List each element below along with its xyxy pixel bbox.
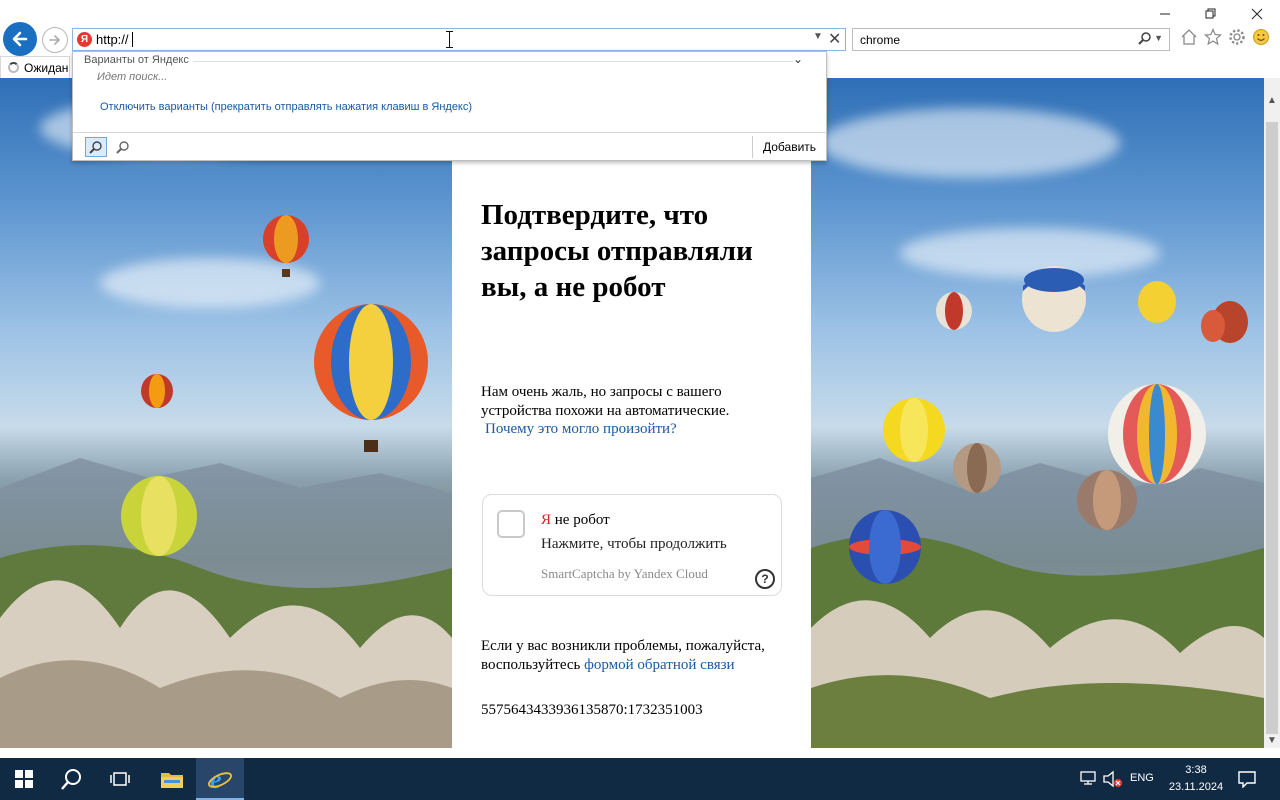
text-caret	[132, 32, 133, 47]
hot-air-balloon-image	[936, 292, 972, 330]
cloud-decoration	[820, 108, 1120, 178]
arrow-right-icon	[49, 35, 61, 45]
hot-air-balloon-image	[849, 510, 921, 584]
captcha-message: Нам очень жаль, но запросы с вашего устр…	[481, 384, 730, 419]
feedback-link[interactable]: формой обратной связи	[584, 657, 734, 673]
windows-taskbar: e ENG 3:38 23.11.2024	[0, 758, 1280, 800]
captcha-ya-logo: Я	[541, 512, 552, 528]
captcha-label-text: не робот	[551, 512, 610, 528]
folder-icon	[161, 773, 183, 788]
internet-explorer-icon: e	[208, 766, 232, 792]
address-clear-icon[interactable]: ✕	[828, 29, 841, 49]
arrow-left-icon	[12, 31, 28, 47]
minimize-button[interactable]	[1142, 0, 1188, 28]
volume-muted-icon[interactable]	[1103, 770, 1123, 788]
page-title: Подтвердите, что запросы отправляли вы, …	[481, 199, 753, 303]
start-button[interactable]	[0, 758, 48, 800]
tab-loading[interactable]: Ожидан	[0, 56, 70, 78]
task-view-icon	[110, 772, 130, 786]
tab-label: Ожидан	[24, 60, 69, 75]
forward-button[interactable]	[42, 27, 68, 53]
add-provider-button[interactable]: Добавить	[763, 140, 816, 154]
text-cursor-icon	[446, 31, 453, 48]
minimize-icon	[1160, 13, 1170, 15]
gear-icon[interactable]	[1228, 28, 1246, 46]
hot-air-balloon-image	[141, 374, 173, 408]
clock-time[interactable]: 3:38	[1170, 764, 1222, 776]
toolbar-icons	[1180, 28, 1270, 46]
network-icon[interactable]	[1080, 770, 1098, 786]
scroll-thumb[interactable]	[1266, 122, 1278, 734]
smartcaptcha-widget[interactable]: Я не робот Нажмите, чтобы продолжить Sma…	[482, 494, 782, 596]
hot-air-balloon-image	[1138, 281, 1176, 323]
loading-spinner-icon	[8, 62, 19, 73]
close-window-button[interactable]	[1234, 0, 1280, 28]
search-provider-button[interactable]	[85, 137, 107, 157]
captcha-brand: SmartCaptcha by Yandex Cloud	[541, 566, 708, 581]
search-icon	[1138, 32, 1151, 45]
captcha-panel: Подтвердите, что запросы отправляли вы, …	[452, 78, 811, 748]
address-suggestions-dropdown: Варианты от Яндекс ⌄ Идет поиск... Отклю…	[72, 51, 827, 161]
hot-air-balloon-image	[1077, 470, 1137, 530]
restore-icon	[1205, 8, 1216, 19]
smiley-icon[interactable]	[1252, 28, 1270, 46]
vertical-scrollbar[interactable]: ▲ ▼	[1264, 78, 1280, 748]
address-dropdown-icon[interactable]: ▼	[813, 31, 823, 42]
chevron-down-icon[interactable]: ⌄	[793, 52, 803, 66]
home-icon[interactable]	[1180, 28, 1198, 46]
search-input[interactable]: chrome	[860, 33, 900, 47]
hot-air-balloon-image	[263, 215, 309, 277]
hot-air-balloon-image	[1022, 266, 1086, 332]
captcha-subtitle: Нажмите, чтобы продолжить	[541, 536, 727, 552]
hot-air-balloon-image	[314, 304, 428, 452]
star-icon[interactable]	[1204, 28, 1222, 46]
task-view-button[interactable]	[96, 758, 144, 800]
searching-text: Идет поиск...	[97, 71, 168, 83]
taskbar-search-button[interactable]	[48, 758, 96, 800]
notifications-icon[interactable]	[1238, 770, 1256, 788]
hot-air-balloon-image	[121, 476, 197, 556]
address-bar[interactable]: Я http:// ▼ ✕	[72, 28, 846, 51]
search-dropdown-icon[interactable]: ▼	[1154, 33, 1163, 43]
disable-suggestions-link[interactable]: Отключить варианты (прекратить отправлят…	[100, 101, 472, 113]
window-controls	[1142, 0, 1280, 28]
search-provider-button[interactable]	[113, 138, 133, 156]
divider	[193, 61, 793, 62]
windows-logo-icon	[15, 770, 33, 788]
scroll-up-icon[interactable]: ▲	[1264, 92, 1280, 108]
address-input[interactable]: http://	[96, 32, 129, 47]
suggestions-header: Варианты от Яндекс	[84, 54, 193, 66]
scroll-down-icon[interactable]: ▼	[1264, 732, 1280, 748]
restore-button[interactable]	[1188, 0, 1234, 28]
file-explorer-button[interactable]	[148, 758, 196, 800]
search-provider-bar: Добавить	[73, 132, 826, 160]
request-id: 5575643433936135870:1732351003	[481, 702, 703, 718]
hot-air-balloon-image	[883, 398, 945, 462]
feedback-text: Если у вас возникли проблемы, пожалуйста…	[481, 637, 781, 675]
divider	[752, 136, 753, 158]
search-icon	[116, 141, 129, 154]
search-button[interactable]: ▼	[1138, 31, 1163, 45]
yandex-favicon: Я	[77, 32, 92, 47]
not-robot-checkbox[interactable]	[497, 510, 525, 538]
hot-air-balloon-image	[1201, 301, 1248, 343]
help-icon[interactable]: ?	[755, 569, 775, 589]
hot-air-balloon-image	[953, 443, 1001, 493]
back-button[interactable]	[3, 22, 37, 56]
page-viewport: Подтвердите, что запросы отправляли вы, …	[0, 78, 1264, 748]
captcha-label: Я не робот	[541, 512, 610, 529]
clock-date[interactable]: 23.11.2024	[1163, 781, 1229, 793]
search-icon	[89, 141, 102, 154]
close-icon	[1251, 8, 1263, 20]
search-icon	[61, 769, 81, 790]
internet-explorer-button[interactable]: e	[196, 758, 244, 800]
search-box[interactable]: chrome ▼	[852, 28, 1170, 51]
language-indicator[interactable]: ENG	[1130, 772, 1154, 784]
why-link[interactable]: Почему это могло произойти?	[485, 421, 677, 438]
